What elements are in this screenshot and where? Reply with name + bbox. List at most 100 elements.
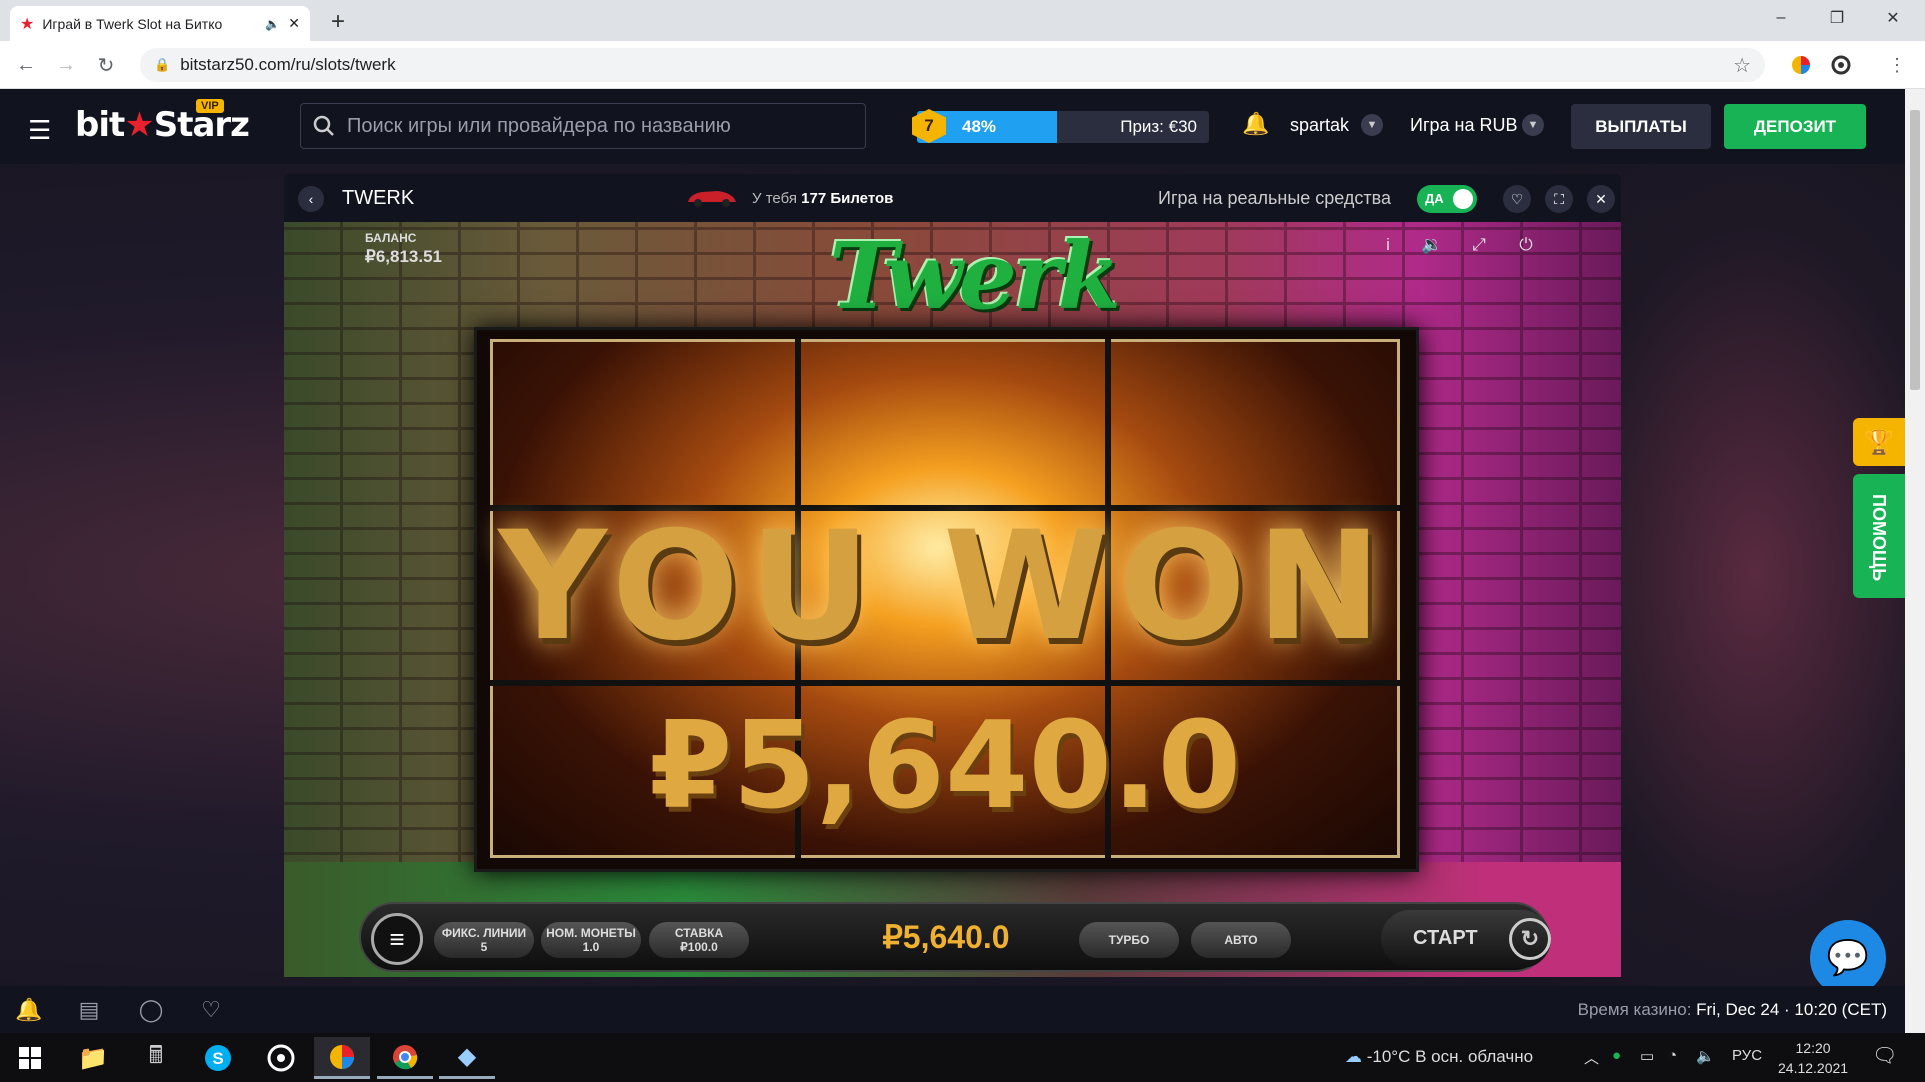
calculator-icon[interactable]: 🖩 bbox=[128, 1037, 184, 1079]
favorites-heart-icon[interactable]: ♡ bbox=[196, 996, 226, 1024]
wifi-icon[interactable]: ◔ bbox=[1668, 1047, 1677, 1064]
turbo-button[interactable]: ТУРБО bbox=[1079, 922, 1179, 958]
address-bar[interactable]: 🔒 bitstarz50.com/ru/slots/twerk ☆ bbox=[140, 48, 1765, 82]
svg-text:S: S bbox=[212, 1049, 223, 1068]
back-arrow-icon[interactable]: ← bbox=[10, 51, 42, 79]
back-chevron-icon[interactable]: ‹ bbox=[298, 186, 324, 212]
power-icon[interactable]: ⏻ bbox=[1512, 232, 1540, 258]
sound-icon[interactable]: 🔉 bbox=[1418, 232, 1446, 258]
game-fullscreen-icon[interactable]: ⤢ bbox=[1465, 232, 1493, 258]
trophy-icon[interactable]: 🏆 bbox=[1853, 418, 1905, 466]
win-amount: ₽5,640.0 bbox=[648, 697, 1242, 836]
windows-start-icon[interactable] bbox=[2, 1037, 58, 1079]
tab-audio-icon[interactable]: 🔈 bbox=[265, 17, 280, 31]
real-money-toggle[interactable]: ДА bbox=[1417, 185, 1477, 213]
chat-bubble-icon[interactable]: 💬 bbox=[1810, 920, 1886, 996]
game-menu-icon[interactable]: ≡ bbox=[371, 913, 423, 965]
lines-value: 5 bbox=[480, 940, 488, 954]
battery-icon[interactable]: ▭ bbox=[1640, 1047, 1654, 1065]
user-chevron-down-icon[interactable]: ▼ bbox=[1361, 114, 1383, 136]
scrollbar-thumb[interactable] bbox=[1910, 110, 1920, 390]
casino-time-value: Fri, Dec 24 · 10:20 (CET) bbox=[1696, 1000, 1887, 1019]
twerk-logo: Twerk bbox=[829, 222, 1121, 330]
lock-icon: 🔒 bbox=[154, 57, 171, 72]
yandex-browser-icon[interactable] bbox=[314, 1037, 370, 1079]
search-placeholder: Поиск игры или провайдера по названию bbox=[347, 114, 731, 137]
maximize-button[interactable]: ❐ bbox=[1812, 0, 1862, 36]
auto-button[interactable]: АВТО bbox=[1191, 922, 1291, 958]
skype-icon[interactable]: S bbox=[190, 1037, 246, 1079]
browser-menu-icon[interactable]: ⋮ bbox=[1885, 53, 1909, 77]
minimize-button[interactable]: – bbox=[1756, 0, 1806, 36]
payouts-button[interactable]: ВЫПЛАТЫ bbox=[1571, 104, 1711, 149]
game-canvas[interactable]: БАЛАНС ₽6,813.51 Twerk i 🔉 ⤢ ⏻ YOU WON ₽… bbox=[284, 222, 1621, 977]
tray-app-icon[interactable]: ● bbox=[1612, 1047, 1621, 1064]
media-player-icon[interactable] bbox=[253, 1037, 309, 1079]
browser-nav-bar: ← → ↻ 🔒 bitstarz50.com/ru/slots/twerk ☆ … bbox=[0, 41, 1925, 89]
system-clock[interactable]: 12:20 24.12.2021 bbox=[1778, 1038, 1848, 1078]
forward-arrow-icon[interactable]: → bbox=[50, 51, 82, 79]
notification-center-icon[interactable]: 🗨 bbox=[1872, 1043, 1897, 1068]
site-header: ☰ bit★Starz VIP Поиск игры или провайдер… bbox=[0, 89, 1905, 164]
help-tab[interactable]: ПОМОЩЬ bbox=[1853, 474, 1905, 598]
heart-icon[interactable]: ♡ bbox=[1503, 185, 1531, 213]
app-icon[interactable]: ◆ bbox=[439, 1037, 495, 1079]
bet-value: ₽100.0 bbox=[680, 940, 718, 954]
tickets-info: У тебя 177 Билетов bbox=[752, 190, 893, 207]
close-window-button[interactable]: ✕ bbox=[1868, 0, 1918, 36]
bet-pill[interactable]: СТАВКА ₽100.0 bbox=[649, 922, 749, 958]
cloud-icon: ☁ bbox=[1345, 1047, 1362, 1066]
coin-value-pill[interactable]: НОМ. МОНЕТЫ 1.0 bbox=[541, 922, 641, 958]
extension-colorful-icon[interactable] bbox=[1789, 53, 1813, 77]
game-title: TWERK bbox=[342, 187, 415, 209]
language-indicator[interactable]: РУС bbox=[1732, 1047, 1762, 1064]
level-progress-bar[interactable]: 48% Приз: €30 bbox=[917, 111, 1209, 143]
clock-time: 12:20 bbox=[1795, 1040, 1831, 1056]
info-icon[interactable]: i bbox=[1374, 232, 1402, 258]
fixed-lines-pill: ФИКС. ЛИНИИ 5 bbox=[434, 922, 534, 958]
currency-selector[interactable]: Игра на RUB bbox=[1410, 115, 1517, 136]
hamburger-menu-icon[interactable]: ☰ bbox=[28, 115, 51, 146]
weather-text: -10°C В осн. облачно bbox=[1366, 1047, 1534, 1066]
windows-taskbar: 📁 🖩 S ◆ ☁ -10°C В осн. облачно ︿ ● ▭ ◔ 🔈… bbox=[0, 1033, 1925, 1082]
casino-time: Время казино: Fri, Dec 24 · 10:20 (CET) bbox=[1578, 1000, 1887, 1020]
currency-chevron-down-icon[interactable]: ▼ bbox=[1522, 114, 1544, 136]
volume-icon[interactable]: 🔈 bbox=[1696, 1047, 1715, 1065]
close-icon[interactable]: ✕ bbox=[1587, 185, 1615, 213]
deposit-button[interactable]: ДЕПОЗИТ bbox=[1724, 104, 1866, 149]
site-footer-bar: 🔔 ▤ ◯ ♡ Время казино: Fri, Dec 24 · 10:2… bbox=[0, 986, 1905, 1033]
balance-value: ₽6,813.51 bbox=[365, 247, 442, 266]
vip-badge: VIP bbox=[196, 99, 224, 113]
tickets-prefix: У тебя bbox=[752, 190, 797, 207]
chrome-icon[interactable] bbox=[377, 1037, 433, 1079]
car-icon bbox=[688, 191, 736, 207]
favicon-star-icon: ★ bbox=[20, 15, 35, 33]
tray-chevron-up-icon[interactable]: ︿ bbox=[1584, 1047, 1599, 1068]
bet-label: СТАВКА bbox=[674, 926, 724, 940]
recent-circle-icon[interactable]: ◯ bbox=[136, 996, 166, 1024]
bookmark-star-icon[interactable]: ☆ bbox=[1733, 53, 1751, 78]
coin-label: НОМ. МОНЕТЫ bbox=[546, 926, 636, 940]
control-bar: ≡ ФИКС. ЛИНИИ 5 НОМ. МОНЕТЫ 1.0 СТАВКА ₽… bbox=[359, 902, 1551, 972]
file-explorer-icon[interactable]: 📁 bbox=[65, 1037, 121, 1079]
start-button[interactable]: СТАРТ ↻ bbox=[1381, 910, 1551, 968]
tab-close-icon[interactable]: ✕ bbox=[288, 15, 300, 32]
extension-circle-icon[interactable] bbox=[1829, 53, 1853, 77]
real-money-label: Игра на реальные средства bbox=[1158, 188, 1392, 208]
search-input[interactable]: Поиск игры или провайдера по названию bbox=[300, 103, 866, 149]
bell-icon[interactable]: 🔔 bbox=[1242, 111, 1269, 137]
toggle-knob bbox=[1453, 189, 1473, 209]
username[interactable]: spartak bbox=[1290, 115, 1349, 136]
notification-bell-icon[interactable]: 🔔 bbox=[14, 996, 44, 1024]
reload-icon[interactable]: ↻ bbox=[90, 51, 122, 79]
you-won-text: YOU WON bbox=[498, 500, 1392, 674]
new-tab-button[interactable]: + bbox=[322, 6, 354, 38]
fullscreen-icon[interactable]: ⛶ bbox=[1545, 185, 1573, 213]
progress-prize: Приз: €30 bbox=[1120, 117, 1197, 136]
browser-tab[interactable]: ★ Играй в Twerk Slot на Битко 🔈 ✕ bbox=[10, 6, 310, 41]
game-list-icon[interactable]: ▤ bbox=[74, 996, 104, 1024]
game-header: ‹ TWERK У тебя 177 Билетов Игра на реаль… bbox=[284, 174, 1621, 222]
weather-widget[interactable]: ☁ -10°C В осн. облачно bbox=[1345, 1047, 1533, 1067]
logo-bit: bit bbox=[75, 105, 125, 145]
progress-percent: 48% bbox=[962, 117, 997, 136]
